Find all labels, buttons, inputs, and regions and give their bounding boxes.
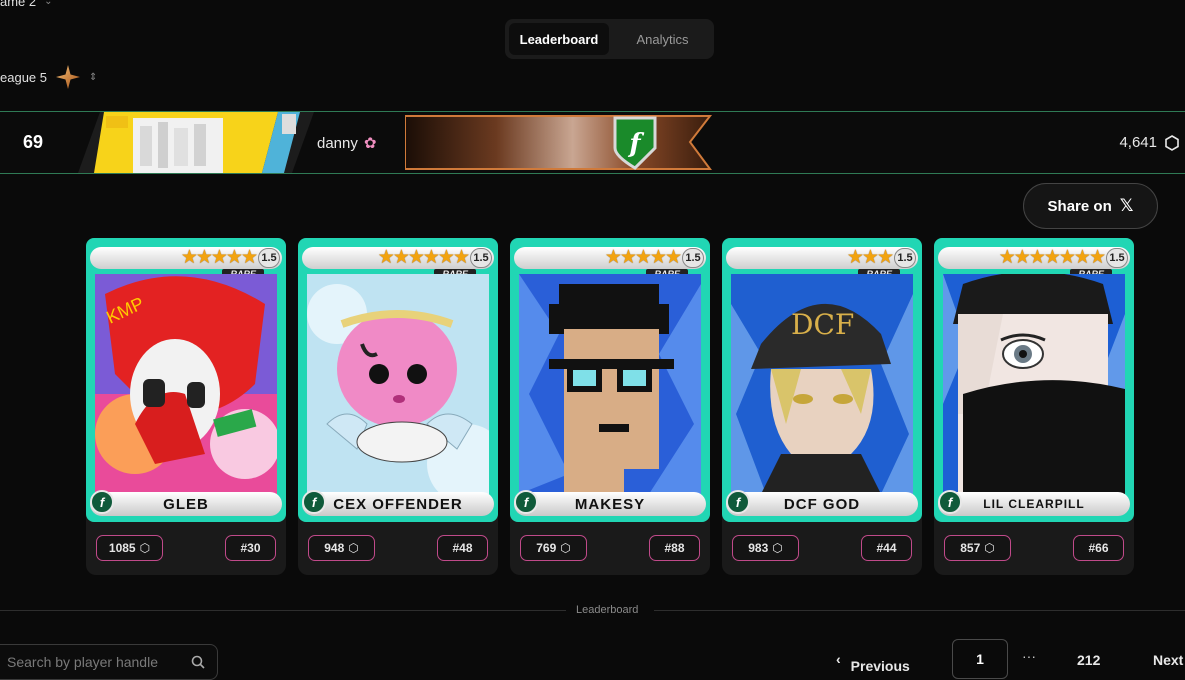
player-rank: 69 — [23, 132, 44, 152]
card-level-badge: 1.5 — [1106, 248, 1128, 268]
next-page-button[interactable]: Next — [1153, 652, 1183, 668]
club-emblem-icon: f — [514, 490, 538, 514]
card-rank: #88 — [649, 535, 700, 561]
card-rank: #44 — [861, 535, 912, 561]
page-button-current[interactable]: 1 — [952, 639, 1008, 679]
card-artwork: DCF — [731, 274, 913, 494]
card-points: 948 ⬡ — [308, 535, 375, 561]
league-select[interactable]: eague 5 ⇕ — [0, 64, 97, 90]
card-level-badge: 1.5 — [258, 248, 280, 268]
pagination-ellipsis: ··· — [1022, 648, 1036, 664]
chevron-left-icon: ‹ — [836, 651, 841, 667]
card-name-bar: GLEB — [90, 492, 282, 516]
chevron-down-icon: ⌄ — [44, 0, 53, 7]
star-rating: ★★★ — [846, 247, 894, 268]
current-player-row[interactable]: 69 danny ✿ f 4,641 — [0, 111, 1185, 174]
card-artwork: KMP — [95, 274, 277, 494]
card-points-value: 1085 — [108, 541, 136, 555]
previous-page-button[interactable]: ‹ Previous — [836, 639, 910, 679]
card-name-bar: DCF GOD — [726, 492, 918, 516]
svg-text:DCF: DCF — [791, 308, 854, 341]
star-rating: ★★★★★ — [180, 247, 258, 268]
star-rating: ★★★★★★ — [377, 247, 470, 268]
league-banner: f — [405, 115, 713, 170]
card-stars-bar: ★★★ 1.5 — [726, 247, 918, 269]
hexagon-icon: ⬡ — [984, 541, 995, 555]
card-points-value: 983 — [748, 541, 769, 555]
star-rating: ★★★★★★★ — [998, 247, 1106, 268]
player-search-input[interactable]: Search by player handle — [0, 644, 218, 680]
player-card[interactable]: ★★★ 1.5 RARE DCF DCF GOD f 983 ⬡ #44 — [722, 238, 922, 575]
player-card[interactable]: ★★★★★★ 1.5 RARE CEX OFFENDER f 948 ⬡ #48 — [298, 238, 498, 575]
card-points: 1085 ⬡ — [96, 535, 163, 561]
view-tabs: Leaderboard Analytics — [505, 19, 714, 59]
card-stars-bar: ★★★★★★★ 1.5 — [938, 247, 1130, 269]
card-rank: #30 — [225, 535, 276, 561]
hexagon-icon: ⬡ — [560, 541, 571, 555]
card-face: ★★★ 1.5 RARE DCF DCF GOD f — [722, 238, 922, 522]
player-card[interactable]: ★★★★★★★ 1.5 RARE LIL CLEARPILL f 857 ⬡ #… — [934, 238, 1134, 575]
card-face: ★★★★★★ 1.5 RARE CEX OFFENDER f — [298, 238, 498, 522]
club-emblem-icon: f — [90, 490, 114, 514]
player-card[interactable]: ★★★★★ 1.5 RARE KMP GLEB f 1085 ⬡ #30 — [86, 238, 286, 575]
card-stars-bar: ★★★★★★ 1.5 — [302, 247, 494, 269]
game-select[interactable]: ame 2 ⌄ — [0, 0, 53, 9]
player-score: 4,641 — [1119, 134, 1179, 151]
tab-leaderboard[interactable]: Leaderboard — [509, 23, 609, 55]
card-points: 769 ⬡ — [520, 535, 587, 561]
card-name-bar: LIL CLEARPILL — [938, 492, 1130, 516]
tab-analytics[interactable]: Analytics — [615, 23, 710, 55]
section-label: Leaderboard — [576, 604, 639, 616]
divider — [0, 610, 566, 611]
card-rank: #48 — [437, 535, 488, 561]
card-face: ★★★★★ 1.5 RARE KMP GLEB f — [86, 238, 286, 522]
player-score-value: 4,641 — [1119, 134, 1157, 151]
league-sparkle-icon — [56, 65, 80, 89]
search-placeholder: Search by player handle — [7, 654, 158, 670]
chevron-updown-icon: ⇕ — [89, 71, 98, 83]
flower-icon: ✿ — [363, 135, 377, 152]
player-name-text: danny — [317, 134, 358, 152]
share-label: Share on — [1047, 197, 1112, 215]
page-button-last[interactable]: 212 — [1077, 652, 1100, 668]
card-name-bar: CEX OFFENDER — [302, 492, 494, 516]
club-emblem-icon: f — [938, 490, 962, 514]
card-points-value: 857 — [960, 541, 981, 555]
x-logo-icon: 𝕏 — [1119, 196, 1134, 215]
card-level-badge: 1.5 — [470, 248, 492, 268]
player-card[interactable]: ★★★★★ 1.5 RARE MAKESY f 769 ⬡ #88 — [510, 238, 710, 575]
hexagon-icon: ⬡ — [348, 541, 359, 555]
card-stars-bar: ★★★★★ 1.5 — [90, 247, 282, 269]
card-name-bar: MAKESY — [514, 492, 706, 516]
card-level-badge: 1.5 — [682, 248, 704, 268]
league-select-label: eague 5 — [0, 69, 47, 85]
club-emblem-icon: f — [726, 490, 750, 514]
card-stars-bar: ★★★★★ 1.5 — [514, 247, 706, 269]
game-select-label: ame 2 — [0, 0, 37, 9]
hexagon-icon: ⬡ — [139, 541, 151, 555]
card-artwork — [943, 274, 1125, 494]
player-name: danny ✿ — [317, 134, 377, 153]
star-rating: ★★★★★ — [604, 247, 682, 268]
player-avatar — [78, 112, 314, 173]
card-level-badge: 1.5 — [894, 248, 916, 268]
card-points-value: 948 — [324, 541, 345, 555]
card-artwork — [519, 274, 701, 494]
previous-label: Previous — [850, 657, 910, 674]
card-face: ★★★★★★★ 1.5 RARE LIL CLEARPILL f — [934, 238, 1134, 522]
card-points: 857 ⬡ — [944, 535, 1011, 561]
club-emblem-icon: f — [302, 490, 326, 514]
card-points-value: 769 — [536, 541, 557, 555]
card-points: 983 ⬡ — [732, 535, 799, 561]
divider — [654, 610, 1185, 611]
card-rank: #66 — [1073, 535, 1124, 561]
card-face: ★★★★★ 1.5 RARE MAKESY f — [510, 238, 710, 522]
share-on-x-button[interactable]: Share on 𝕏 — [1023, 183, 1158, 229]
hexagon-icon: ⬡ — [772, 541, 783, 555]
hexagon-icon — [1165, 134, 1179, 151]
card-artwork — [307, 274, 489, 494]
